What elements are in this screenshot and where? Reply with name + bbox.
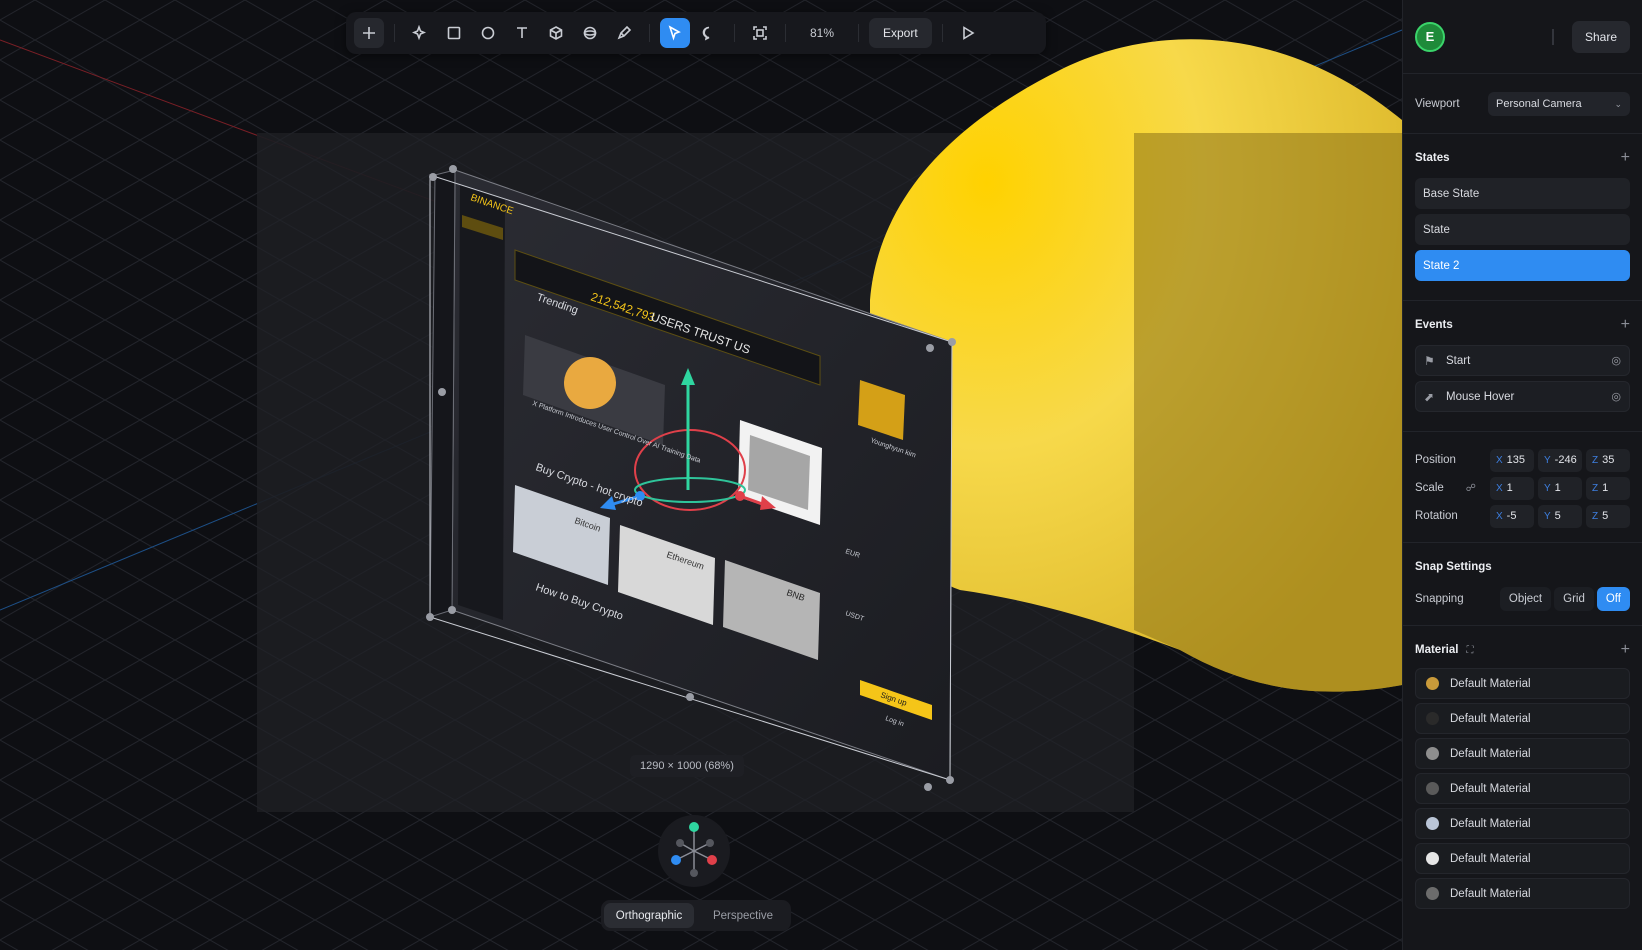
material-item[interactable]: Default Material — [1415, 668, 1630, 699]
viewport-label: Viewport — [1415, 98, 1460, 110]
sparkle-icon[interactable] — [405, 18, 435, 48]
states-title: States — [1415, 152, 1450, 164]
viewport-select[interactable]: Personal Camera ⌄ — [1488, 92, 1630, 116]
lock-icon[interactable]: ☍ — [1466, 483, 1476, 494]
material-swatch — [1426, 782, 1439, 795]
flag-icon: ⚑ — [1424, 353, 1435, 368]
material-swatch — [1426, 747, 1439, 760]
toolbar-divider — [785, 24, 786, 42]
scale-z-field[interactable]: Z1 — [1586, 476, 1630, 500]
header-divider — [1551, 28, 1554, 45]
material-title: Material — [1415, 644, 1459, 656]
pen-icon[interactable] — [609, 18, 639, 48]
event-mouse-hover-label: Mouse Hover — [1446, 390, 1515, 403]
state-item-state-2[interactable]: State 2 — [1415, 250, 1630, 281]
frame-icon[interactable] — [745, 18, 775, 48]
events-section: Events + ⚑ Start ◎ ⬈ Mouse Hover ◎ — [1403, 301, 1642, 432]
position-y-field[interactable]: Y -246 — [1538, 448, 1582, 472]
position-label: Position — [1415, 454, 1456, 466]
snap-object-button[interactable]: Object — [1499, 587, 1552, 611]
viewport-value: Personal Camera — [1496, 98, 1582, 110]
sphere-icon[interactable] — [575, 18, 605, 48]
orthographic-button[interactable]: Orthographic — [604, 903, 694, 928]
chevron-down-icon: ⌄ — [1614, 98, 1622, 109]
rotation-x-field[interactable]: X -5 — [1490, 504, 1534, 528]
frame-dimension-label: 1290 × 1000 (68%) — [630, 755, 744, 777]
projection-toggle: Orthographic Perspective — [601, 900, 791, 931]
zoom-level[interactable]: 81% — [796, 26, 848, 40]
add-event-icon[interactable]: + — [1621, 317, 1630, 333]
material-swatch — [1426, 817, 1439, 830]
scale-label: Scale — [1415, 482, 1444, 494]
states-section: States + Base State State State 2 — [1403, 134, 1642, 301]
toolbar-divider — [394, 24, 395, 42]
material-swatch — [1426, 712, 1439, 725]
snap-off-button[interactable]: Off — [1596, 587, 1630, 611]
snapping-label: Snapping — [1415, 593, 1464, 605]
avatar[interactable]: E — [1415, 21, 1445, 52]
transform-section: Position X 135 Y -246 Z 35 Scale ☍ X1 Y1 Z1… — [1403, 432, 1642, 543]
snap-section: Snap Settings Snapping Object Grid Off — [1403, 543, 1642, 626]
share-button[interactable]: Share — [1571, 20, 1630, 53]
snap-title: Snap Settings — [1415, 561, 1492, 573]
ellipse-icon[interactable] — [473, 18, 503, 48]
material-swatch — [1426, 852, 1439, 865]
toolbar-divider — [649, 24, 650, 42]
toolbar-divider — [858, 24, 859, 42]
perspective-button[interactable]: Perspective — [698, 903, 788, 928]
scene-canvas[interactable]: BINANCE 212,542,793 USERS TRUST US Trend… — [0, 0, 1642, 950]
properties-panel: E Share Viewport Personal Camera ⌄ State… — [1402, 0, 1642, 950]
expand-icon[interactable]: ⛶ — [1466, 645, 1473, 656]
toolbar-divider — [941, 24, 943, 42]
toolbar-divider — [734, 24, 735, 42]
export-button[interactable]: Export — [869, 18, 932, 48]
event-mouse-hover[interactable]: ⬈ Mouse Hover ◎ — [1415, 381, 1630, 412]
add-icon[interactable] — [354, 18, 384, 48]
material-item[interactable]: Default Material — [1415, 843, 1630, 874]
state-item-base[interactable]: Base State — [1415, 178, 1630, 209]
rotation-label: Rotation — [1415, 510, 1458, 522]
material-item[interactable]: Default Material — [1415, 773, 1630, 804]
position-x-field[interactable]: X 135 — [1490, 448, 1534, 472]
state-item-state[interactable]: State — [1415, 214, 1630, 245]
axis-gizmo-icon — [671, 822, 717, 877]
material-item[interactable]: Default Material — [1415, 738, 1630, 769]
text-icon[interactable] — [507, 18, 537, 48]
canvas-viewport[interactable]: BINANCE 212,542,793 USERS TRUST US Trend… — [0, 0, 1642, 950]
visibility-icon[interactable]: ◎ — [1611, 354, 1621, 367]
material-swatch — [1426, 677, 1439, 690]
events-title: Events — [1415, 319, 1453, 331]
event-start-label: Start — [1446, 354, 1471, 367]
scale-x-field[interactable]: X1 — [1490, 476, 1534, 500]
view-gizmo[interactable] — [658, 815, 730, 887]
material-swatch — [1426, 887, 1439, 900]
scale-y-field[interactable]: Y1 — [1538, 476, 1582, 500]
rotation-z-field[interactable]: Z5 — [1586, 504, 1630, 528]
position-z-field[interactable]: Z 35 — [1586, 448, 1630, 472]
event-start[interactable]: ⚑ Start ◎ — [1415, 345, 1630, 376]
snap-grid-button[interactable]: Grid — [1554, 587, 1594, 611]
visibility-icon[interactable]: ◎ — [1611, 390, 1621, 403]
material-item[interactable]: Default Material — [1415, 808, 1630, 839]
play-icon[interactable] — [953, 18, 983, 48]
viewport-section: Viewport Personal Camera ⌄ — [1403, 74, 1642, 134]
cube-icon[interactable] — [541, 18, 571, 48]
comment-icon[interactable] — [694, 18, 724, 48]
pointer-icon[interactable] — [660, 18, 690, 48]
add-state-icon[interactable]: + — [1621, 150, 1630, 166]
rectangle-icon[interactable] — [439, 18, 469, 48]
main-toolbar: 81% Export — [346, 12, 1046, 54]
material-item[interactable]: Default Material — [1415, 878, 1630, 909]
material-section: Material ⛶ + Default Material Default Ma… — [1403, 626, 1642, 909]
panel-header: E Share — [1403, 0, 1642, 74]
material-item[interactable]: Default Material — [1415, 703, 1630, 734]
rotation-y-field[interactable]: Y5 — [1538, 504, 1582, 528]
add-material-icon[interactable]: + — [1621, 642, 1630, 658]
cursor-hover-icon: ⬈ — [1424, 389, 1435, 404]
